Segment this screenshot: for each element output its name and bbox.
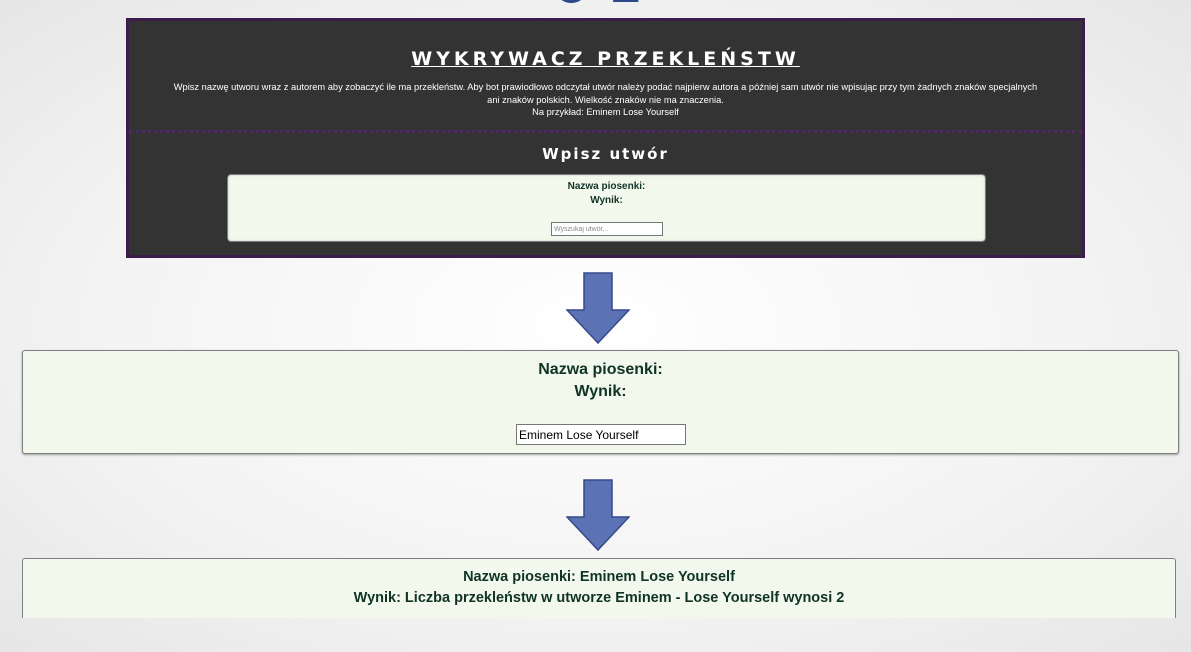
curse-count-result: Wynik: Liczba przekleństw w utworze Emin… <box>353 590 845 606</box>
search-input-filled[interactable] <box>516 424 686 445</box>
song-name-label: Nazwa piosenki: <box>538 361 663 378</box>
app-title: WYKRYWACZ PRZEKLEŃSTW <box>411 48 800 70</box>
section-title: Wpisz utwór <box>542 145 669 163</box>
result-label: Wynik: <box>590 195 623 206</box>
app-example: Na przykład: Eminem Lose Yourself <box>532 107 679 117</box>
song-name-label: Nazwa piosenki: <box>567 181 646 192</box>
search-input[interactable] <box>551 222 663 236</box>
arrow-down-icon <box>566 272 630 344</box>
slide-heading: 04 <box>0 0 1191 14</box>
app-description: Wpisz nazwę utworu wraz z autorem aby zo… <box>129 81 1082 107</box>
typed-query-panel: Nazwa piosenki: Wynik: <box>22 350 1179 454</box>
dotted-separator <box>129 130 1082 133</box>
song-name-result: Nazwa piosenki: Eminem Lose Yourself <box>463 569 735 585</box>
result-panel: Nazwa piosenki: Eminem Lose Yourself Wyn… <box>22 558 1176 618</box>
search-panel: Nazwa piosenki: Wynik: <box>227 174 986 242</box>
arrow-down-shape <box>566 479 630 551</box>
arrow-down-shape <box>566 272 630 344</box>
arrow-down-icon <box>566 479 630 551</box>
result-label: Wynik: <box>574 383 627 400</box>
app-description-line2: ani znaków polskich. Wielkość znaków nie… <box>487 95 724 105</box>
app-window: WYKRYWACZ PRZEKLEŃSTW Wpisz nazwę utworu… <box>126 18 1085 258</box>
app-description-line1: Wpisz nazwę utworu wraz z autorem aby zo… <box>173 82 1038 92</box>
